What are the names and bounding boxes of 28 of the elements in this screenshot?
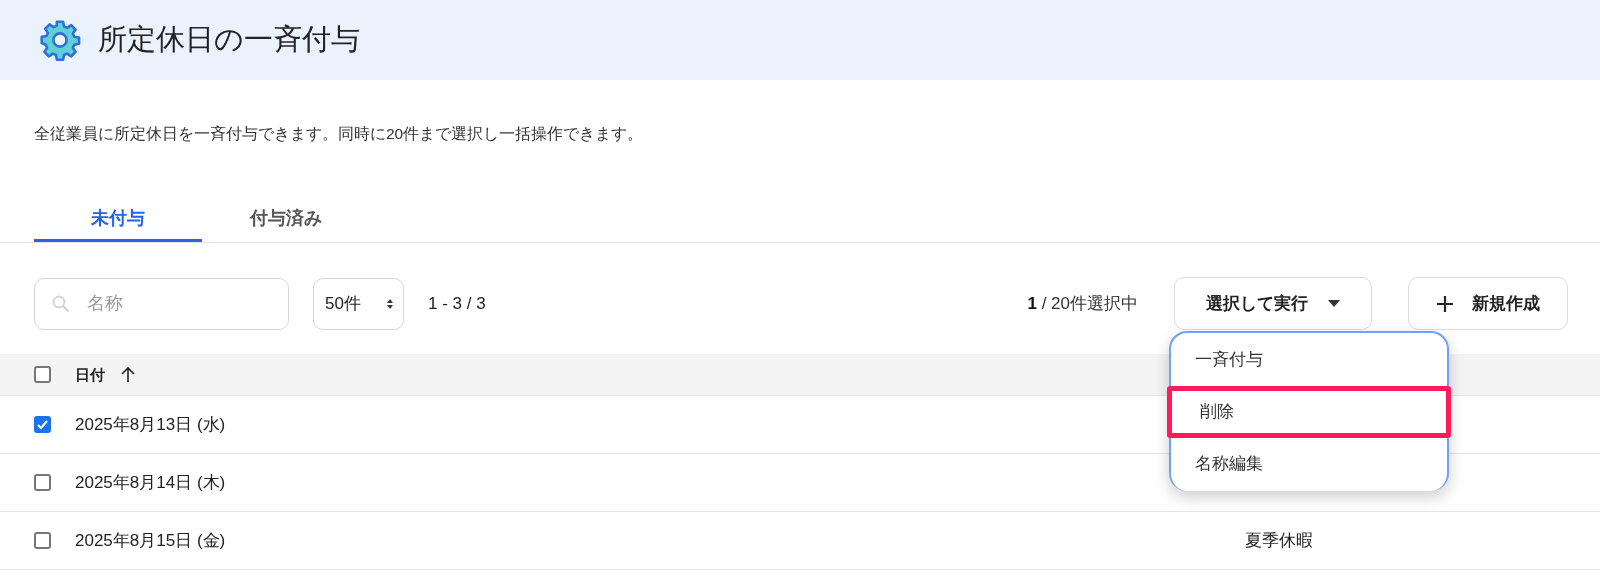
page-size-select[interactable]: 50件 [313,277,404,330]
checkbox[interactable] [34,366,51,384]
date-cell-text: 2025年8月13日 (水) [75,414,227,436]
menu-item[interactable]: 名称編集 [1171,438,1447,490]
new-button[interactable]: 新規作成 [1408,277,1568,331]
gear-icon [38,18,82,62]
updown-icon [387,297,393,310]
checkbox[interactable] [34,532,51,550]
action-dropdown-button[interactable]: 選択して実行 [1174,277,1372,331]
plus-icon [1436,294,1454,313]
caret-icon [1328,300,1340,308]
date-cell-text: 2025年8月14日 (木) [75,472,227,494]
page-title: 所定休日の一斉付与 [98,22,360,58]
tab[interactable]: 付与済み [202,198,370,243]
sort-arrow-icon[interactable] [121,366,135,383]
search-icon [51,293,71,314]
date-cell-text: 2025年8月15日 (金) [75,530,227,552]
range-text: 1 - 3 / 3 [428,293,486,315]
menu-item[interactable]: 削除 [1167,386,1451,438]
checkbox[interactable] [34,474,51,492]
selection-count-text: 1 / 20件選択中 [1027,293,1138,315]
description-text: 全従業員に所定休日を一斉付与できます。同時に20件まで選択し一括操作できます。 [34,124,645,144]
name-cell-text: 夏季休暇 [1245,530,1313,552]
search-field[interactable]: 名称 [34,277,289,330]
column-header[interactable]: 日付 [75,363,105,386]
menu-item[interactable]: 一斉付与 [1171,334,1447,386]
checkbox[interactable] [34,416,51,434]
tab[interactable]: 未付与 [34,198,202,243]
